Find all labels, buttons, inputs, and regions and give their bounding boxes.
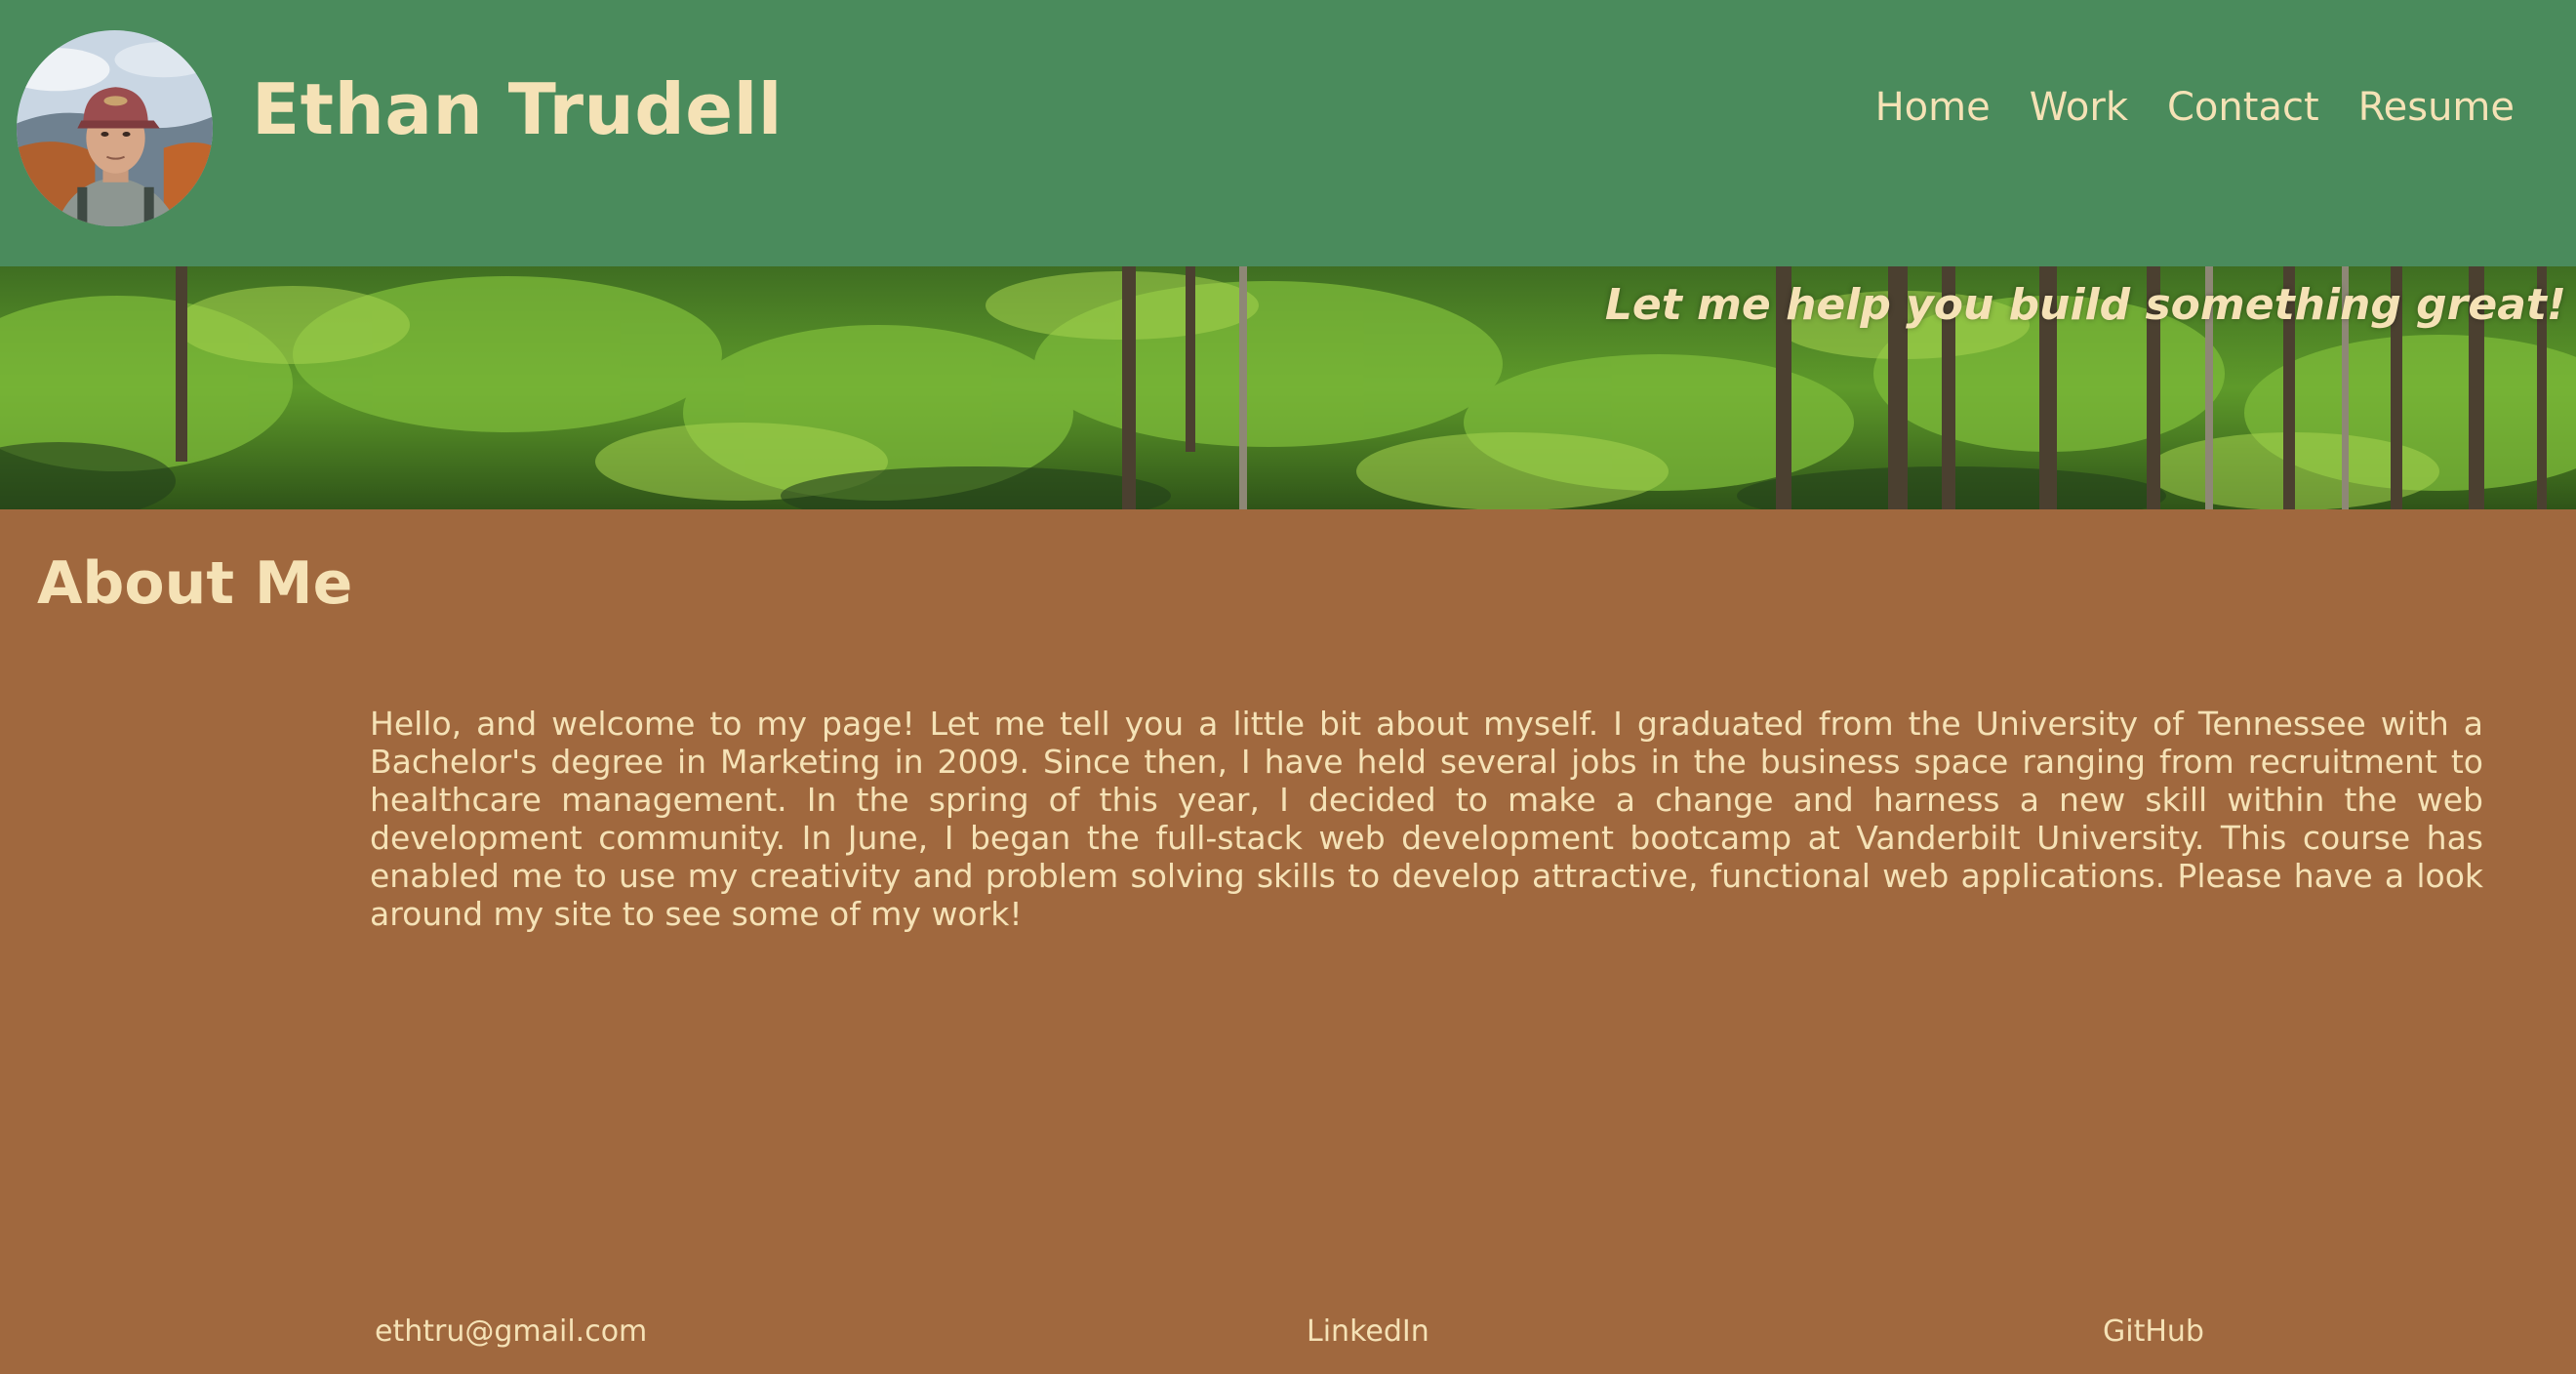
avatar (17, 30, 213, 226)
site-footer: ethtru@gmail.com LinkedIn GitHub (0, 1308, 2576, 1356)
about-title: About Me (37, 549, 353, 618)
nav-resume-link[interactable]: Resume (2358, 85, 2515, 130)
footer-github-link[interactable]: GitHub (2103, 1308, 2204, 1356)
nav-work-link[interactable]: Work (2030, 85, 2128, 130)
hero-tagline: Let me help you build something great! (1604, 280, 2566, 330)
main-nav: Home Work Contact Resume (1875, 78, 2515, 137)
footer-email-link[interactable]: ethtru@gmail.com (375, 1308, 647, 1356)
nav-home-link[interactable]: Home (1875, 85, 1991, 130)
footer-linkedin-link[interactable]: LinkedIn (1307, 1308, 1429, 1356)
site-name: Ethan Trudell (252, 68, 783, 150)
site-header: Ethan Trudell Home Work Contact Resume (0, 0, 2576, 266)
nav-contact-link[interactable]: Contact (2167, 85, 2319, 130)
about-paragraph: Hello, and welcome to my page! Let me te… (370, 705, 2483, 933)
profile-photo-icon (17, 30, 213, 226)
